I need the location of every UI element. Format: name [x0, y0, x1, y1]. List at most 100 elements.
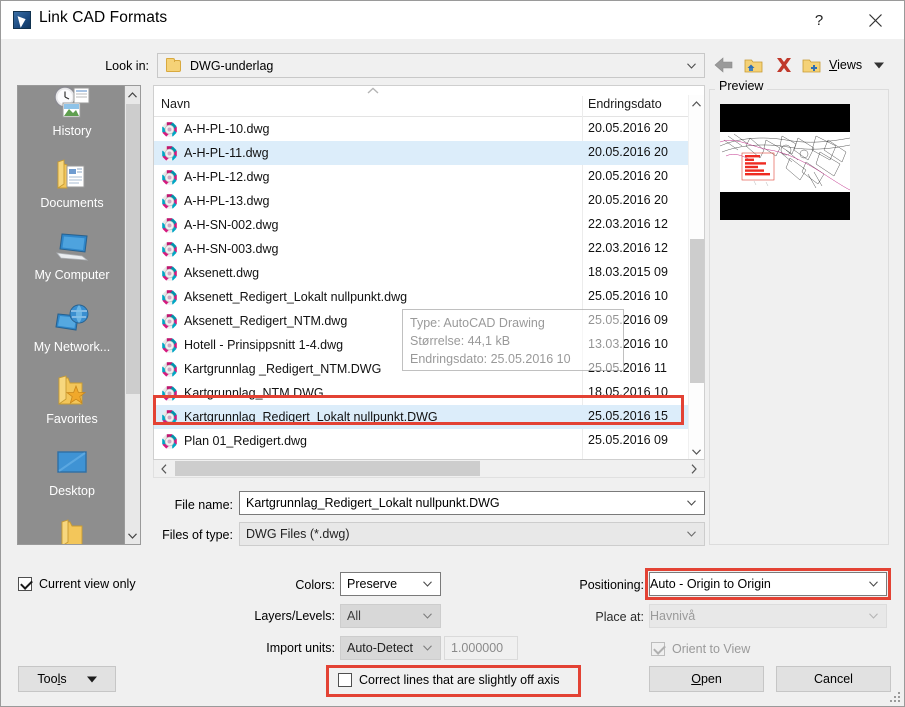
table-row[interactable]: Hotell - Prinsippsnitt 1-4.dwg 13.03.2016… — [154, 333, 704, 357]
correct-lines-label: Correct lines that are slightly off axis — [359, 673, 560, 687]
place-at-label: Place at: — [595, 610, 644, 624]
chevron-down-icon[interactable] — [423, 613, 432, 619]
sidebar-item-history[interactable]: History — [18, 86, 126, 152]
views-dropdown[interactable]: Views — [829, 55, 885, 75]
import-units-dropdown[interactable]: Auto-Detect — [340, 636, 441, 660]
resize-grip[interactable] — [889, 691, 901, 703]
file-list-vertical-scrollbar[interactable] — [688, 95, 704, 459]
place-at-value: Havnivå — [650, 609, 696, 623]
file-name-cell: Aksenett.dwg — [184, 266, 260, 280]
preview-band-top — [720, 104, 850, 132]
up-one-level-button[interactable] — [741, 53, 767, 77]
column-header-name[interactable]: Navn — [161, 97, 361, 111]
scroll-down-icon[interactable] — [689, 443, 704, 459]
positioning-dropdown[interactable]: Auto - Origin to Origin — [649, 572, 887, 596]
file-list-scrollbar-thumb[interactable] — [690, 239, 704, 383]
chevron-down-icon — [687, 62, 696, 69]
table-row[interactable]: Plan 01_Redigert.dwg 25.05.2016 09 — [154, 429, 704, 453]
sidebar-item-favorites[interactable]: Favorites — [18, 368, 126, 440]
chevron-down-icon[interactable] — [687, 531, 696, 537]
horizontal-scrollbar-thumb[interactable] — [175, 461, 480, 476]
table-row[interactable]: Kartgrunnlag _Redigert_NTM.DWG 25.05.2016… — [154, 357, 704, 381]
history-clock-icon — [52, 86, 92, 126]
file-name-cell: A-H-PL-11.dwg — [184, 146, 269, 160]
orient-to-view-checkbox: Orient to View — [651, 642, 750, 656]
layers-levels-label: Layers/Levels: — [254, 609, 335, 623]
sidebar-item-folder[interactable] — [18, 512, 126, 544]
checkbox-box — [18, 577, 32, 591]
preview-thumbnail — [720, 104, 850, 220]
close-icon — [868, 13, 882, 27]
sidebar-item-label: My Computer — [34, 268, 110, 282]
places-scrollbar[interactable] — [124, 86, 140, 544]
files-of-type-value: DWG Files (*.dwg) — [246, 527, 350, 541]
autocad-app-icon — [13, 11, 31, 29]
new-folder-button[interactable] — [799, 53, 825, 77]
correct-lines-checkbox[interactable]: Correct lines that are slightly off axis — [338, 673, 560, 687]
chevron-down-icon[interactable] — [687, 500, 696, 506]
file-list-header: Navn Endringsdato — [154, 95, 704, 117]
my-network-icon — [52, 296, 92, 342]
scroll-down-icon[interactable] — [125, 527, 140, 544]
look-in-value: DWG-underlag — [190, 58, 274, 73]
table-row[interactable]: Aksenett.dwg 18.03.2015 09 — [154, 261, 704, 285]
table-row[interactable]: A-H-PL-10.dwg 20.05.2016 20 — [154, 117, 704, 141]
table-row[interactable]: A-H-SN-002.dwg 22.03.2016 12 — [154, 213, 704, 237]
table-row[interactable]: A-H-PL-13.dwg 20.05.2016 20 — [154, 189, 704, 213]
places-sidebar[interactable]: History Documents My Computer My Network… — [17, 85, 141, 545]
chevron-down-icon[interactable] — [423, 645, 432, 651]
table-row[interactable]: A-H-PL-12.dwg 20.05.2016 20 — [154, 165, 704, 189]
scroll-right-icon[interactable] — [686, 461, 702, 476]
tools-button[interactable]: Tools — [18, 666, 116, 692]
file-name-input[interactable]: Kartgrunnlag_Redigert_Lokalt nullpunkt.D… — [239, 491, 705, 515]
close-button[interactable] — [852, 1, 898, 39]
help-button[interactable]: ? — [796, 1, 842, 39]
table-row[interactable]: A-H-SN-003.dwg 22.03.2016 12 — [154, 237, 704, 261]
colors-dropdown[interactable]: Preserve — [340, 572, 441, 596]
current-view-only-checkbox[interactable]: Current view only — [18, 577, 136, 591]
sidebar-item-label: Favorites — [46, 412, 98, 426]
import-units-label: Import units: — [266, 641, 335, 655]
file-date-cell: 25.05.2016 09 — [588, 313, 668, 327]
table-row[interactable]: Aksenett_Redigert_NTM.dwg 25.05.2016 09 — [154, 309, 704, 333]
chevron-down-icon[interactable] — [869, 581, 878, 587]
sidebar-item-my-computer[interactable]: My Computer — [18, 224, 126, 296]
files-of-type-dropdown[interactable]: DWG Files (*.dwg) — [239, 522, 705, 546]
file-list[interactable]: Navn Endringsdato A-H-PL-10.dwg 20.05.201… — [153, 85, 705, 460]
preview-label: Preview — [715, 79, 768, 93]
orient-to-view-label: Orient to View — [672, 642, 751, 656]
places-scrollbar-thumb[interactable] — [126, 104, 140, 394]
file-list-rows: A-H-PL-10.dwg 20.05.2016 20 A-H-PL-11.dwg 2… — [154, 117, 704, 453]
table-row[interactable]: Kartgrunnlag_NTM.DWG 18.05.2016 10 — [154, 381, 704, 405]
preview-band-bottom — [720, 192, 850, 220]
dwg-file-icon — [161, 265, 178, 282]
table-row[interactable]: A-H-PL-11.dwg 20.05.2016 20 — [154, 141, 704, 165]
back-button[interactable] — [711, 53, 737, 77]
file-name-cell: Aksenett_Redigert_Lokalt nullpunkt.dwg — [184, 290, 408, 304]
delete-button[interactable] — [771, 53, 797, 77]
file-list-horizontal-scrollbar[interactable] — [153, 460, 705, 478]
scroll-up-icon[interactable] — [689, 95, 704, 112]
open-button[interactable]: Open — [649, 666, 764, 692]
chevron-down-icon[interactable] — [423, 581, 432, 587]
cad-map-drawing-thumbnail — [720, 133, 850, 191]
cancel-button[interactable]: Cancel — [776, 666, 891, 692]
chevron-down-icon — [869, 613, 878, 619]
column-header-date[interactable]: Endringsdato — [588, 97, 680, 111]
dwg-file-icon — [161, 409, 178, 426]
import-units-scale-field[interactable]: 1.000000 — [444, 636, 518, 660]
look-in-dropdown[interactable]: DWG-underlag — [157, 53, 705, 78]
table-row[interactable]: Kartgrunnlag_Redigert_Lokalt nullpunkt.D… — [154, 405, 704, 429]
sidebar-item-desktop[interactable]: Desktop — [18, 440, 126, 512]
scroll-left-icon[interactable] — [156, 461, 172, 476]
file-date-cell: 13.03.2016 10 — [588, 337, 668, 351]
file-date-cell: 25.05.2016 09 — [588, 433, 668, 447]
sidebar-item-documents[interactable]: Documents — [18, 152, 126, 224]
sidebar-item-my-network[interactable]: My Network... — [18, 296, 126, 368]
layers-levels-dropdown[interactable]: All — [340, 604, 441, 628]
scroll-up-icon[interactable] — [125, 86, 140, 103]
open-label: Open — [691, 672, 722, 686]
up-folder-icon — [744, 59, 763, 73]
dwg-file-icon — [161, 313, 178, 330]
table-row[interactable]: Aksenett_Redigert_Lokalt nullpunkt.dwg 25… — [154, 285, 704, 309]
